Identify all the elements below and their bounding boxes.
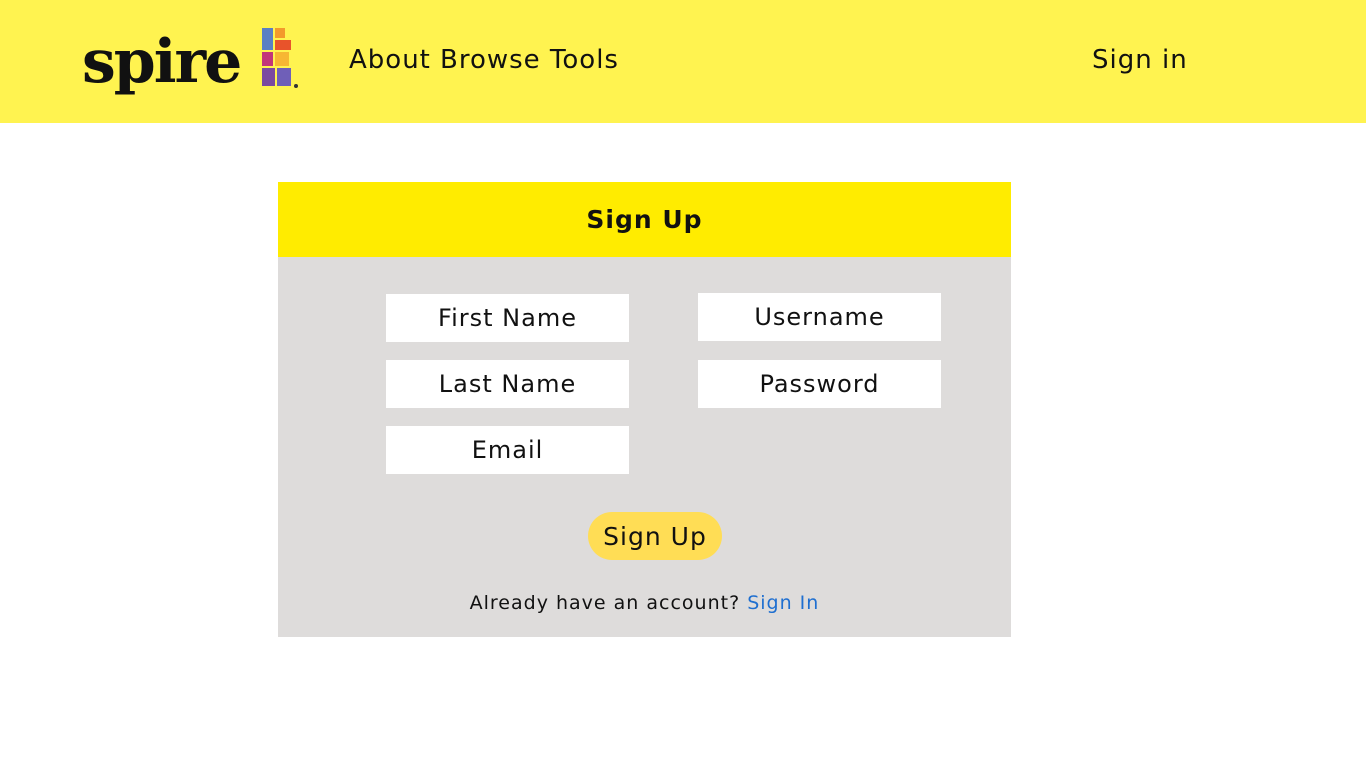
logo-wordmark: spire bbox=[82, 27, 242, 97]
last-name-input[interactable] bbox=[386, 360, 629, 408]
sign-up-button[interactable]: Sign Up bbox=[588, 512, 722, 560]
signin-prompt: Already have an account? Sign In bbox=[278, 592, 1011, 614]
signup-title: Sign Up bbox=[586, 205, 703, 234]
signup-card: Sign Up Sign Up Already have an account?… bbox=[278, 182, 1011, 637]
email-input[interactable] bbox=[386, 426, 629, 474]
sign-in-link[interactable]: Sign In bbox=[747, 592, 819, 614]
spire-logo[interactable]: spire bbox=[82, 26, 302, 104]
account-prompt-text: Already have an account? bbox=[469, 592, 741, 614]
password-input[interactable] bbox=[698, 360, 941, 408]
spire-stained-glass-logo-icon bbox=[262, 28, 298, 88]
top-header: spire About Browse Tools Sign in bbox=[0, 0, 1366, 123]
nav-browse-tools-link[interactable]: Browse Tools bbox=[440, 42, 619, 78]
username-input[interactable] bbox=[698, 293, 941, 341]
nav-sign-in-link[interactable]: Sign in bbox=[1092, 42, 1188, 78]
first-name-input[interactable] bbox=[386, 294, 629, 342]
nav-about-link[interactable]: About bbox=[349, 42, 431, 78]
signup-card-header: Sign Up bbox=[278, 182, 1011, 257]
